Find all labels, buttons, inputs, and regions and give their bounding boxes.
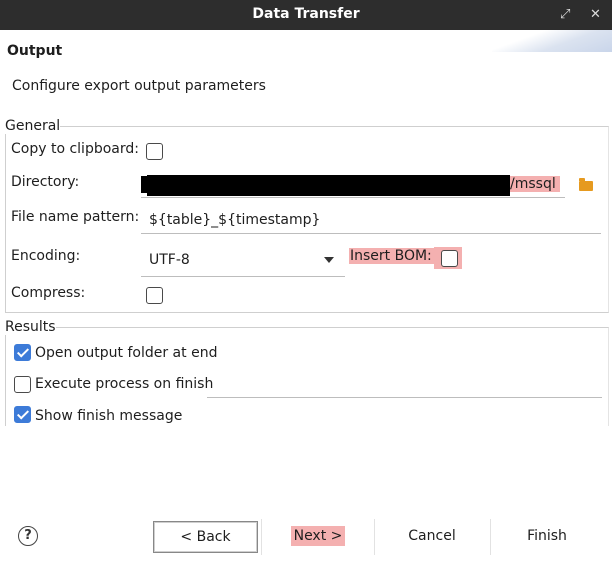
page-title: Output <box>7 43 63 59</box>
chevron-down-icon[interactable] <box>324 257 334 263</box>
restore-icon[interactable]: ⤢ <box>560 7 570 23</box>
copy-to-clipboard-label: Copy to clipboard: <box>11 141 139 157</box>
directory-underline <box>141 197 565 198</box>
window-title: Data Transfer <box>252 6 360 22</box>
encoding-underline <box>141 276 345 277</box>
show-finish-message-label[interactable]: Show finish message <box>35 408 182 424</box>
file-name-pattern-underline <box>141 233 601 234</box>
encoding-value: UTF-8 <box>149 252 190 268</box>
execute-process-command-underline <box>207 397 602 398</box>
page-description: Configure export output parameters <box>12 78 266 94</box>
execute-process-checkbox[interactable] <box>14 376 31 393</box>
next-button-label: Next > <box>290 526 346 546</box>
results-legend: Results <box>5 319 56 335</box>
compress-label: Compress: <box>11 285 86 301</box>
open-output-folder-label[interactable]: Open output folder at end <box>35 345 217 361</box>
open-output-folder-checkbox[interactable] <box>14 344 31 361</box>
footer-separator <box>490 519 491 555</box>
compress-checkbox[interactable] <box>146 287 163 304</box>
copy-to-clipboard-checkbox[interactable] <box>146 143 163 160</box>
directory-redacted-value <box>147 175 510 196</box>
wizard-header: Output Configure export output parameter… <box>0 30 612 108</box>
help-icon[interactable]: ? <box>18 526 38 546</box>
file-name-pattern-label: File name pattern: <box>11 209 140 225</box>
footer-separator <box>374 519 375 555</box>
show-finish-message-checkbox[interactable] <box>14 406 31 423</box>
footer-separator <box>261 519 262 555</box>
insert-bom-checkbox[interactable] <box>441 250 458 267</box>
folder-icon[interactable] <box>579 178 593 191</box>
cancel-button[interactable]: Cancel <box>378 521 486 553</box>
close-icon[interactable]: ✕ <box>590 7 601 23</box>
directory-label: Directory: <box>11 174 80 190</box>
back-button[interactable]: < Back <box>153 521 258 553</box>
finish-button[interactable]: Finish <box>494 521 600 553</box>
directory-value: /mssql <box>510 176 560 192</box>
general-legend: General <box>5 118 61 134</box>
execute-process-label[interactable]: Execute process on finish <box>35 376 213 392</box>
file-name-pattern-input[interactable]: ${table}_${timestamp} <box>149 212 320 228</box>
encoding-label: Encoding: <box>11 248 81 264</box>
title-bar: Data Transfer ⤢ ✕ <box>0 0 612 30</box>
next-button[interactable]: Next > <box>265 521 371 553</box>
header-decoration <box>492 30 612 52</box>
insert-bom-label: Insert BOM: <box>349 248 434 264</box>
